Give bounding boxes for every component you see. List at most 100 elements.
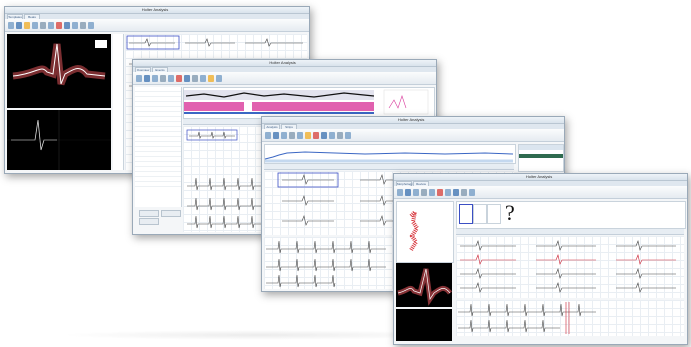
filter-icon[interactable] [337,131,343,139]
list-button[interactable] [139,218,159,225]
toolbar [394,186,687,199]
report-icon[interactable] [200,74,206,82]
settings-icon[interactable] [297,131,303,139]
title-bar: Holter Analysis [5,7,309,14]
tab-strip: Templates Beats [5,14,309,19]
toolbar [5,19,309,32]
settings-icon[interactable] [48,21,54,29]
filter-icon[interactable] [192,74,198,82]
tab-overview[interactable]: Overview [135,67,151,72]
tab-strip: Overview Events [133,67,436,72]
settings-icon[interactable] [168,74,174,82]
screenshot-stage: Holter Analysis Templates Beats Holter A… [0,0,691,347]
delete-icon[interactable] [56,21,62,29]
window-title: Holter Analysis [397,117,425,122]
template-thumb[interactable] [459,204,473,224]
tab-morphology[interactable]: Morphology [396,181,413,186]
record-icon[interactable] [16,21,22,29]
toolbar [133,72,436,85]
beat-thumbnail-panel[interactable] [7,110,111,170]
event-list[interactable] [135,87,182,207]
scatter-plot[interactable] [396,201,454,263]
open-icon[interactable] [8,21,14,29]
rhythm-waveforms [458,302,596,334]
export-icon[interactable] [216,74,222,82]
template-thumb[interactable] [487,204,501,224]
save-icon[interactable] [321,131,327,139]
rhythm-strip [456,300,684,336]
overlay-panel[interactable] [396,263,452,307]
record-icon[interactable] [144,74,150,82]
app-window-4: Holter Analysis Morphology Review ? [393,173,688,345]
scatter-points [409,205,420,252]
tab-beats[interactable]: Beats [24,14,40,19]
zoom-icon[interactable] [40,21,46,29]
highlight-icon[interactable] [208,74,214,82]
template-selector: ? [456,200,686,229]
report-icon[interactable] [345,131,351,139]
template-list[interactable] [113,34,124,170]
zoom-icon[interactable] [289,131,295,139]
export-icon[interactable] [329,131,335,139]
side-table-selected-row[interactable] [519,154,563,158]
open-icon[interactable] [397,188,403,196]
side-table[interactable] [518,144,564,172]
thumbnail-panel[interactable] [396,309,452,341]
save-icon[interactable] [64,21,70,29]
tab-strip: Morphology Review [394,181,687,186]
open-icon[interactable] [136,74,142,82]
export-icon[interactable] [72,21,78,29]
tab-strips[interactable]: Strips [281,124,297,129]
view-subtabs [264,164,514,177]
report-icon[interactable] [88,21,94,29]
highlight-icon[interactable] [305,131,311,139]
print-icon[interactable] [413,188,419,196]
template-overlay-panel[interactable] [7,34,111,108]
window-title: Holter Analysis [269,60,296,65]
report-icon[interactable] [445,188,451,196]
open-icon[interactable] [265,131,271,139]
title-bar: Holter Analysis [133,60,436,67]
save-icon[interactable] [184,74,190,82]
list-buttons [139,210,181,230]
delete-icon[interactable] [176,74,182,82]
overlay-waveform [397,268,452,306]
tab-events[interactable]: Events [152,67,168,72]
side-table-header [519,145,563,150]
tab-strip: Analysis Strips [262,124,564,129]
save-icon[interactable] [453,188,459,196]
print-icon[interactable] [152,74,158,82]
unknown-template-mark: ? [505,200,515,225]
thumbnail-waveform [7,110,111,170]
filter-icon[interactable] [80,21,86,29]
legend-box [95,40,107,48]
zoom-icon[interactable] [160,74,166,82]
trend-histogram[interactable] [183,87,435,119]
zoom-icon[interactable] [421,188,427,196]
lead-waveforms [460,239,676,293]
settings-icon[interactable] [429,188,435,196]
toolbar [262,129,564,142]
list-button[interactable] [161,210,181,217]
delete-icon[interactable] [313,131,319,139]
view-subtabs [456,229,684,242]
trend-chart [184,89,429,115]
delete-icon[interactable] [437,188,443,196]
highlight-icon[interactable] [24,21,30,29]
tab-review[interactable]: Review [413,181,429,186]
record-icon[interactable] [405,188,411,196]
tab-analysis[interactable]: Analysis [264,124,280,129]
print-icon[interactable] [32,21,38,29]
filter-icon[interactable] [461,188,467,196]
record-icon[interactable] [273,131,279,139]
template-thumb[interactable] [473,204,487,224]
lead-grid [456,236,684,298]
list-button[interactable] [139,210,159,217]
print-icon[interactable] [281,131,287,139]
export-icon[interactable] [469,188,475,196]
window-title: Holter Analysis [141,7,169,12]
rate-trend-chart [265,151,514,163]
title-bar: Holter Analysis [262,117,564,124]
tab-templates[interactable]: Templates [7,14,23,19]
rate-trend[interactable] [264,144,516,164]
